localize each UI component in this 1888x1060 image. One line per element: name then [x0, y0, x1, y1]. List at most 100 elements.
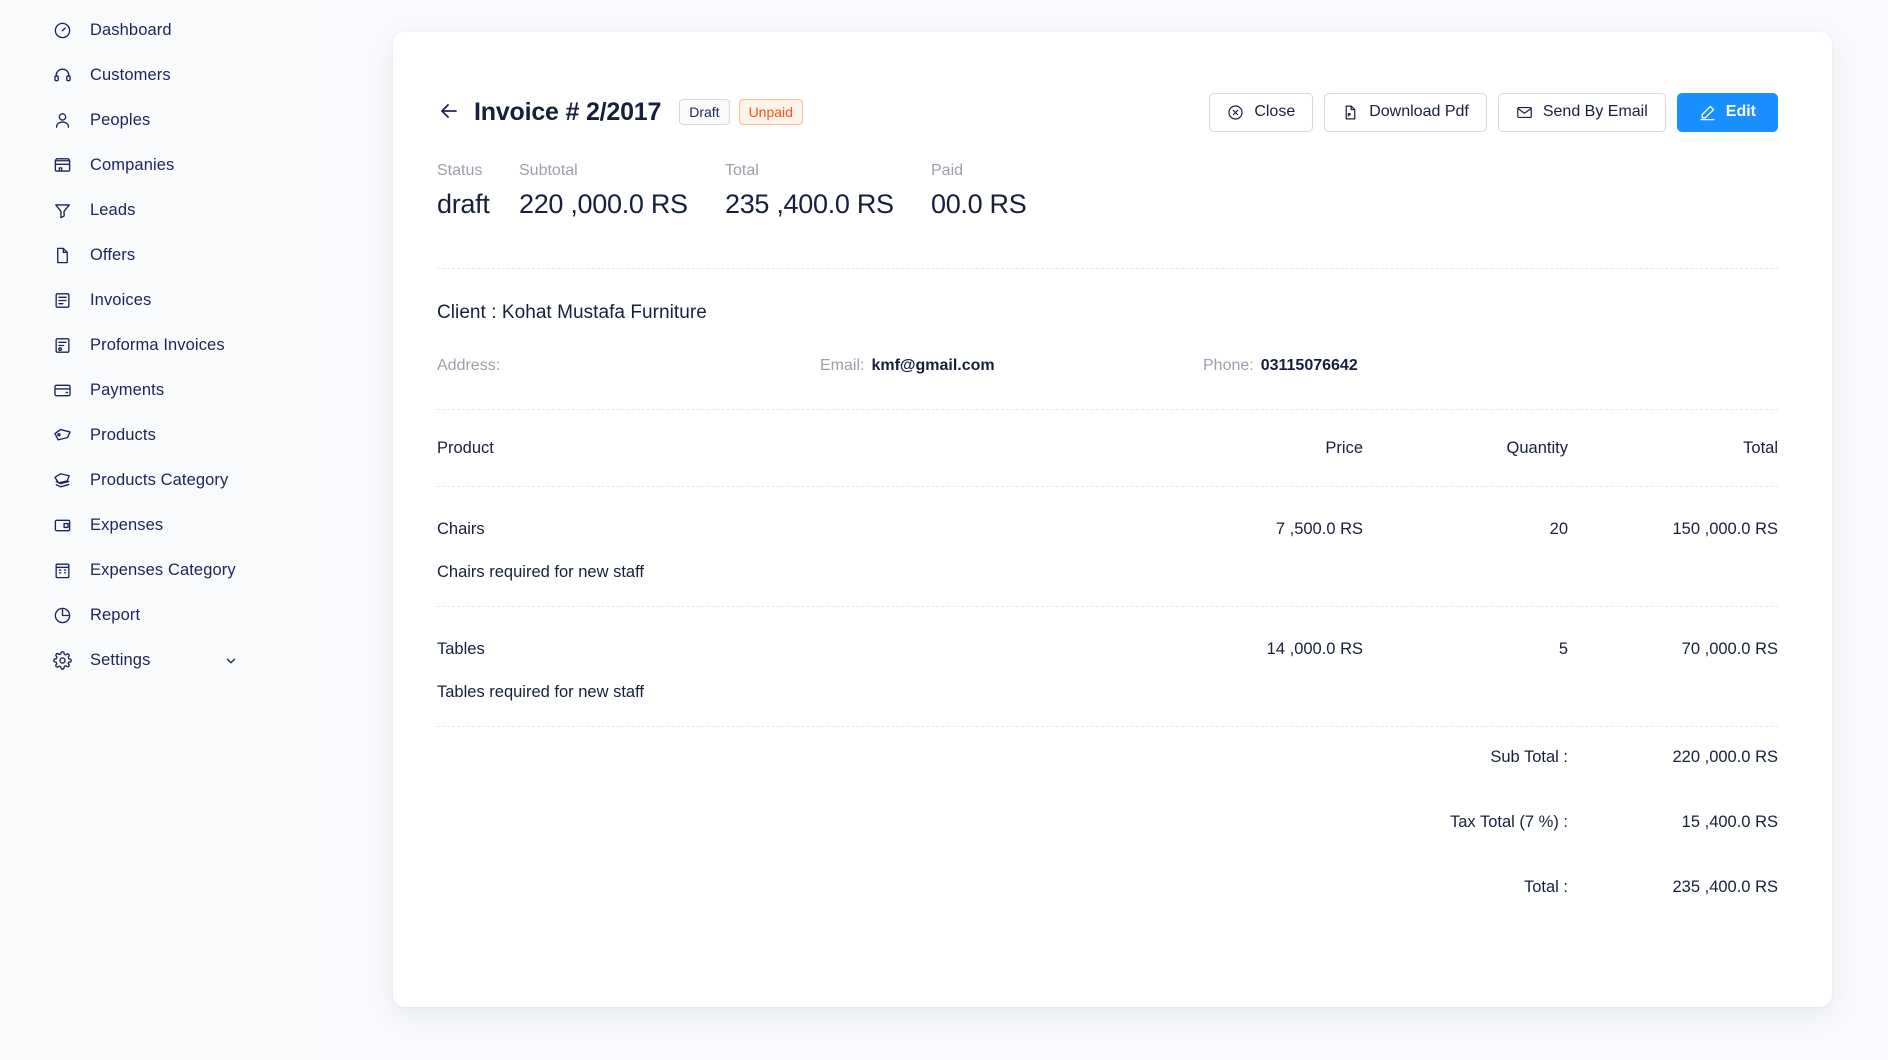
invoice-totals: Sub Total : 220 ,000.0 RS Tax Total (7 %…	[437, 735, 1778, 910]
summary-paid: Paid 00.0 RS	[931, 162, 1027, 220]
total-label-tax: Tax Total (7 %) :	[1450, 813, 1568, 831]
summary-total: Total 235 ,400.0 RS	[725, 162, 931, 220]
sidebar-item-settings[interactable]: Settings	[0, 638, 330, 683]
divider-top	[437, 268, 1778, 269]
edit-button[interactable]: Edit	[1676, 92, 1778, 132]
sidebar-item-invoices[interactable]: Invoices	[0, 278, 330, 323]
pdf-file-icon	[1342, 104, 1359, 121]
invoice-actions: Close Download Pdf Send By Email Edit	[1209, 92, 1778, 132]
sidebar-item-label: Products Category	[90, 471, 229, 489]
sidebar-item-peoples[interactable]: Peoples	[0, 98, 330, 143]
client-email-label: Email:	[820, 357, 865, 374]
sidebar-item-products-category[interactable]: Products Category	[0, 458, 330, 503]
page-title: Invoice # 2/2017	[474, 97, 662, 126]
download-pdf-button[interactable]: Download Pdf	[1324, 92, 1487, 132]
summary-paid-label: Paid	[931, 162, 964, 179]
row-quantity: 5	[1558, 640, 1568, 658]
invoice-card: Invoice # 2/2017 Draft Unpaid Close Down…	[393, 32, 1832, 1007]
client-phone-label: Phone:	[1203, 357, 1254, 374]
row-price: 14 ,000.0 RS	[1266, 640, 1363, 658]
send-by-email-button-label: Send By Email	[1542, 103, 1648, 120]
sidebar-item-dashboard[interactable]: Dashboard	[0, 8, 330, 53]
sidebar-item-proforma-invoices[interactable]: Proforma Invoices	[0, 323, 330, 368]
total-line-subtotal: Sub Total : 220 ,000.0 RS	[437, 735, 1778, 780]
sidebar-item-report[interactable]: Report	[0, 593, 330, 638]
wallet-icon	[52, 516, 72, 536]
sidebar-item-products[interactable]: Products	[0, 413, 330, 458]
sidebar-item-label: Proforma Invoices	[90, 336, 225, 354]
invoice-header: Invoice # 2/2017 Draft Unpaid Close Down…	[437, 92, 1778, 132]
client-address-label: Address:	[437, 357, 501, 374]
row-quantity: 20	[1549, 520, 1568, 538]
column-header-quantity: Quantity	[1506, 438, 1568, 457]
total-label-subtotal: Sub Total :	[1490, 748, 1568, 766]
sidebar-item-customers[interactable]: Customers	[0, 53, 330, 98]
sidebar-item-label: Offers	[90, 246, 136, 264]
status-badge-unpaid: Unpaid	[738, 99, 803, 125]
table-header-row: Product Price Quantity Total	[437, 410, 1778, 486]
column-header-price: Price	[1325, 438, 1363, 457]
column-header-total: Total	[1743, 438, 1778, 457]
summary-status: Status draft	[437, 162, 519, 220]
status-badge-draft: Draft	[679, 99, 730, 125]
summary-paid-value: 00.0 RS	[931, 189, 1027, 219]
sidebar-item-offers[interactable]: Offers	[0, 233, 330, 278]
summary-status-value: draft	[437, 189, 490, 219]
proforma-icon	[52, 336, 72, 356]
total-line-grand: Total : 235 ,400.0 RS	[437, 865, 1778, 910]
sidebar-item-label: Customers	[90, 66, 171, 84]
client-heading: Client : Kohat Mustafa Furniture	[437, 302, 707, 323]
client-email: Email: kmf@gmail.com	[820, 357, 1203, 375]
client-email-value: kmf@gmail.com	[871, 357, 995, 374]
sidebar-item-leads[interactable]: Leads	[0, 188, 330, 233]
table-row: Chairs 7 ,500.0 RS 20 150 ,000.0 RS Chai…	[437, 487, 1778, 606]
summary-subtotal-label: Subtotal	[519, 162, 578, 179]
total-line-tax: Tax Total (7 %) : 15 ,400.0 RS	[437, 800, 1778, 845]
row-description: Chairs required for new staff	[437, 563, 644, 581]
total-value-grand: 235 ,400.0 RS	[1672, 878, 1779, 896]
sidebar-item-payments[interactable]: Payments	[0, 368, 330, 413]
tags-icon	[52, 471, 72, 491]
summary-total-label: Total	[725, 162, 759, 179]
download-pdf-button-label: Download Pdf	[1369, 103, 1469, 120]
client-details: Address: Email: kmf@gmail.com Phone: 031…	[437, 357, 1778, 375]
total-label-grand: Total :	[1523, 878, 1568, 896]
sidebar-item-companies[interactable]: Companies	[0, 143, 330, 188]
sidebar-item-label: Payments	[90, 381, 165, 399]
row-total: 70 ,000.0 RS	[1681, 640, 1778, 658]
sidebar-item-label: Companies	[90, 156, 175, 174]
sidebar-item-label: Expenses	[90, 516, 164, 534]
back-arrow-icon[interactable]	[437, 99, 463, 125]
sidebar-item-label: Dashboard	[90, 21, 172, 39]
chevron-down-icon[interactable]	[224, 654, 238, 668]
send-by-email-button[interactable]: Send By Email	[1497, 92, 1666, 132]
sidebar: Dashboard Customers Peoples Companies Le	[0, 0, 330, 1060]
close-button[interactable]: Close	[1209, 92, 1314, 132]
app-root: Dashboard Customers Peoples Companies Le	[0, 0, 1888, 1060]
dashboard-icon	[52, 21, 72, 41]
headset-icon	[52, 66, 72, 86]
expense-category-icon	[52, 561, 72, 581]
row-price: 7 ,500.0 RS	[1275, 520, 1363, 538]
total-value-subtotal: 220 ,000.0 RS	[1672, 748, 1779, 766]
sidebar-item-label: Leads	[90, 201, 136, 219]
file-icon	[52, 246, 72, 266]
close-button-label: Close	[1254, 103, 1296, 120]
table-bottom-divider	[437, 726, 1778, 727]
client-address: Address:	[437, 357, 820, 375]
summary-total-value: 235 ,400.0 RS	[725, 189, 894, 219]
funnel-icon	[52, 201, 72, 221]
column-header-product: Product	[437, 438, 494, 457]
sidebar-item-expenses[interactable]: Expenses	[0, 503, 330, 548]
sidebar-item-expenses-category[interactable]: Expenses Category	[0, 548, 330, 593]
row-total: 150 ,000.0 RS	[1672, 520, 1779, 538]
close-circle-icon	[1227, 104, 1244, 121]
sidebar-item-label: Invoices	[90, 291, 152, 309]
sidebar-item-label: Products	[90, 426, 156, 444]
tag-icon	[52, 426, 72, 446]
table-row: Tables 14 ,000.0 RS 5 70 ,000.0 RS Table…	[437, 607, 1778, 726]
total-value-tax: 15 ,400.0 RS	[1681, 813, 1778, 831]
summary-subtotal: Subtotal 220 ,000.0 RS	[519, 162, 725, 220]
client-phone-value: 03115076642	[1260, 357, 1358, 374]
items-table: Product Price Quantity Total Chairs 7 ,5…	[437, 410, 1778, 910]
